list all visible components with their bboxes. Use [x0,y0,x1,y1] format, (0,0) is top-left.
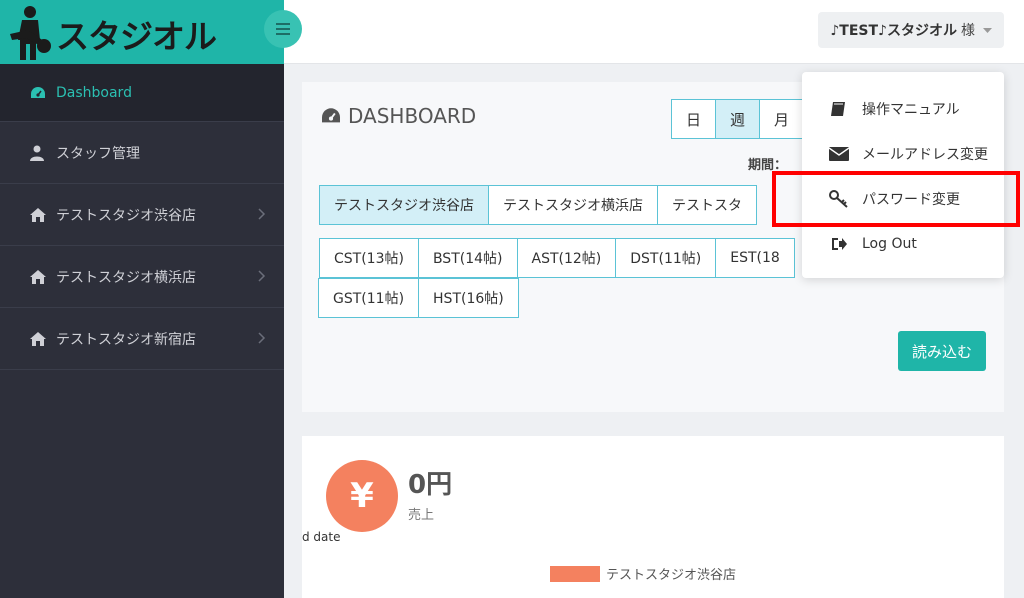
sales-panel: ¥ 0円 売上 d date テストスタジオ渋谷店 [302,436,1004,598]
brand-name: スタジオル [56,17,217,56]
menu-item-logout[interactable]: Log Out [802,221,1004,266]
dashboard-icon [320,107,342,125]
page-title-text: DASHBOARD [348,104,477,128]
sidebar-item-shibuya[interactable]: テストスタジオ渋谷店 [0,184,284,246]
chevron-right-icon [258,270,266,286]
menu-item-label: メールアドレス変更 [862,146,988,163]
menu-item-label: Log Out [862,235,917,252]
tab-week[interactable]: 週 [715,99,761,139]
room-selector-row-1: CST(13帖) BST(14帖) AST(12帖) DST(11帖) EST(… [319,238,795,278]
home-icon [30,331,50,346]
room-button[interactable]: CST(13帖) [319,238,419,278]
tab-day[interactable]: 日 [671,99,717,139]
menu-item-label: 操作マニュアル [862,101,960,118]
user-suffix: 様 [961,23,975,39]
room-button[interactable]: AST(12帖) [516,238,617,278]
menu-toggle-button[interactable] [264,10,302,48]
room-selector-row-2: GST(11帖) HST(16帖) [318,278,519,318]
legend-swatch [550,565,600,582]
user-menu-button[interactable]: ♪TEST♪スタジオル 様 [818,12,1004,48]
room-button[interactable]: DST(11帖) [615,238,717,278]
sidebar-item-yokohama[interactable]: テストスタジオ横浜店 [0,246,284,308]
chevron-right-icon [258,332,266,348]
user-icon [30,145,50,161]
envelope-icon [826,146,852,161]
sidebar-item-label: テストスタジオ横浜店 [56,269,196,286]
room-button[interactable]: HST(16帖) [418,278,519,318]
user-name: ♪TEST♪スタジオル [830,23,957,39]
sidebar-item-dashboard[interactable]: Dashboard [0,64,284,122]
yen-icon: ¥ [326,460,398,532]
caret-down-icon [983,22,992,38]
dashboard-icon [30,86,50,100]
topbar: ♪TEST♪スタジオル 様 [284,0,1024,64]
book-icon [826,101,852,117]
store-selector: テストスタジオ渋谷店 テストスタジオ横浜店 テストスタ [319,185,757,225]
chart-legend[interactable]: テストスタジオ渋谷店 [550,564,736,583]
sidebar-item-label: Dashboard [56,84,132,101]
highlight-box [772,171,1020,227]
logout-icon [826,237,852,251]
store-button-yokohama[interactable]: テストスタジオ横浜店 [488,185,658,225]
menu-item-manual[interactable]: 操作マニュアル [802,86,1004,131]
home-icon [30,207,50,222]
room-button[interactable]: EST(18 [715,238,795,278]
chevron-right-icon [258,208,266,224]
sales-label: 売上 [408,508,435,523]
sidebar-item-shinjuku[interactable]: テストスタジオ新宿店 [0,308,284,370]
room-button[interactable]: GST(11帖) [318,278,420,318]
store-button-shibuya[interactable]: テストスタジオ渋谷店 [319,185,489,225]
page-title: DASHBOARD [320,104,476,128]
menu-item-email-change[interactable]: メールアドレス変更 [802,131,1004,176]
tab-month[interactable]: 月 [759,99,805,139]
home-icon [30,269,50,284]
sidebar-item-staff[interactable]: スタッフ管理 [0,122,284,184]
legend-label: テストスタジオ渋谷店 [606,568,737,583]
period-tabs: 日 週 月 [671,99,805,139]
sidebar-item-label: テストスタジオ新宿店 [56,331,196,348]
axis-label-fragment: d date [302,530,341,544]
hamburger-icon [276,20,290,39]
guitarist-logo-icon [8,4,54,66]
sidebar: スタジオル Dashboard スタッフ管理 テストスタジオ渋谷店 テストスタジ… [0,0,284,598]
sidebar-item-label: スタッフ管理 [56,145,140,162]
sales-value: 0円 [408,470,453,500]
sidebar-item-label: テストスタジオ渋谷店 [56,207,196,224]
room-button[interactable]: BST(14帖) [417,238,518,278]
brand-header[interactable]: スタジオル [0,0,284,64]
store-button-shinjuku[interactable]: テストスタ [657,185,757,225]
load-button[interactable]: 読み込む [897,331,986,371]
